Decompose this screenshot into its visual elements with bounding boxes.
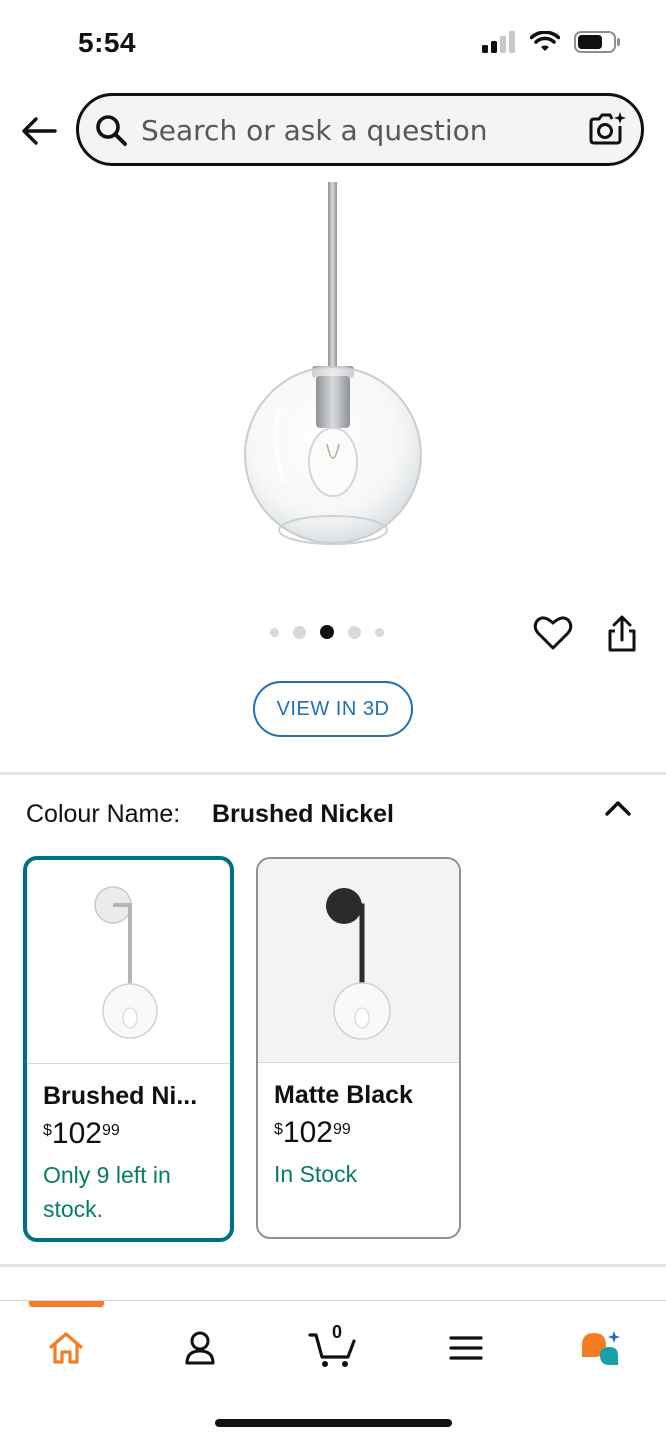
bottom-navigation: 0 [0,1300,666,1440]
stock-status: In Stock [274,1161,358,1187]
cart-count: 0 [331,1322,342,1342]
variation-thumbnail [258,859,459,1063]
price-symbol: $ [43,1122,52,1139]
carousel-dot[interactable] [348,625,361,639]
price-whole: 102 [51,1117,102,1150]
price-fraction: 99 [101,1122,120,1139]
search-placeholder: Search or ask a question [141,114,488,147]
status-bar: 5:54 [0,0,666,88]
nav-rufus-assistant[interactable] [570,1323,630,1373]
home-indicator-bar [215,1419,452,1427]
divider [0,1264,666,1267]
variation-option-matte-black[interactable]: Matte Black $ 102 99 In Stock [256,857,461,1239]
heart-icon[interactable] [533,614,573,652]
stock-status: Only 9 left in stock. [43,1162,171,1222]
wifi-icon [530,31,560,51]
battery-icon [574,31,620,53]
carousel-dot[interactable] [293,625,306,639]
price-symbol: $ [274,1121,283,1138]
back-arrow-icon[interactable] [18,108,60,154]
account-icon [185,1331,215,1365]
carousel-dot[interactable] [375,627,384,637]
chevron-up-icon[interactable] [604,796,632,820]
menu-icon [449,1336,483,1360]
status-icons [482,30,622,54]
cellular-signal-icon [482,31,515,53]
home-icon [49,1332,83,1364]
variation-option-brushed-nickel[interactable]: Brushed Ni... $ 102 99 Only 9 left in st… [23,856,234,1242]
image-carousel-dots[interactable] [270,625,384,639]
variation-label: Colour Name: [26,800,181,828]
variation-title: Brushed Ni... [43,1082,198,1110]
status-time: 5:54 [78,27,137,58]
search-input[interactable]: Search or ask a question [76,93,644,166]
search-icon [96,115,127,146]
nav-cart[interactable]: 0 [302,1322,364,1373]
variation-price: $ 102 99 [274,1117,351,1149]
variation-thumbnail [27,860,230,1064]
view-in-3d-button[interactable]: VIEW IN 3D [253,681,413,737]
variation-title: Matte Black [274,1081,413,1109]
share-icon[interactable] [604,614,640,654]
price-whole: 102 [282,1116,333,1149]
product-image[interactable] [200,182,466,562]
nav-account[interactable] [170,1323,230,1373]
camera-lens-icon[interactable] [587,110,627,148]
carousel-dot[interactable] [270,627,279,637]
active-tab-indicator [29,1301,104,1307]
variation-price: $ 102 99 [43,1118,120,1150]
divider [0,772,666,775]
variation-selected-value: Brushed Nickel [212,800,395,828]
carousel-dot-active[interactable] [320,625,334,639]
price-fraction: 99 [332,1121,351,1138]
nav-menu[interactable] [436,1323,496,1373]
nav-home[interactable] [36,1323,96,1373]
rufus-assistant-icon [582,1331,620,1365]
search-header: Search or ask a question [0,88,666,178]
